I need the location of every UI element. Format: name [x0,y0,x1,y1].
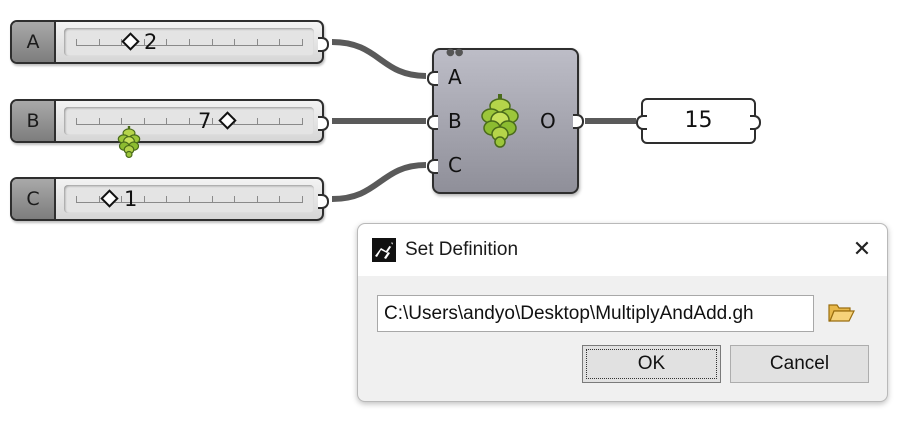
input-label-b: B [448,109,462,133]
hops-badge-icon [117,126,141,158]
cancel-button[interactable]: Cancel [730,345,869,383]
slider-tick [189,118,190,125]
slider-name-label: C [12,179,56,219]
input-label-a: A [448,65,462,89]
slider-value: 7 [198,109,212,133]
panel-value: 15 [684,108,713,133]
output-panel[interactable]: 15 [636,98,761,144]
number-slider-c[interactable]: C 1 [10,177,329,221]
slider-name-label: A [12,22,56,62]
input-grip-a[interactable] [427,71,438,86]
slider-tick [189,196,190,203]
slider-tick [234,39,236,46]
slider-grip-icon[interactable] [218,111,237,130]
slider-tick [279,39,281,46]
ok-button[interactable]: OK [582,345,721,383]
number-slider-a[interactable]: A 2 [10,20,329,64]
slider-tick [166,118,168,125]
slider-value: 2 [144,30,158,54]
wire-a[interactable] [331,39,427,79]
input-grip-c[interactable] [427,159,438,174]
slider-tick [121,118,123,125]
slider-name-label: B [12,101,56,141]
drag-handle-icon[interactable]: ●● [446,48,463,58]
dialog-titlebar[interactable]: Set Definition ✕ [358,224,887,276]
close-icon[interactable]: ✕ [847,234,877,264]
slider-track[interactable]: 7 [64,107,314,135]
slider-tick [76,118,77,125]
grasshopper-icon [372,238,396,262]
panel-input-grip[interactable] [636,115,647,130]
output-label-o: O [540,109,556,133]
slider-grip-icon[interactable] [100,189,119,208]
folder-open-icon[interactable] [826,300,856,326]
slider-tick [279,118,281,125]
slider-tick [211,196,213,203]
slider-tick [256,118,258,125]
slider-tick [302,118,303,125]
slider-track[interactable]: 1 [64,185,314,213]
slider-tick [302,39,303,46]
slider-tick [98,196,100,203]
slider-tick [189,39,190,46]
slider-tick [76,196,77,203]
slider-tick [256,39,258,46]
slider-track[interactable]: 2 [64,28,314,56]
slider-tick [166,39,168,46]
slider-tick [279,196,281,203]
slider-tick [211,39,213,46]
slider-tick [98,118,100,125]
slider-tick [143,118,145,125]
slider-tick [166,196,168,203]
input-label-c: C [448,153,462,177]
slider-grip-icon[interactable] [121,32,140,51]
dialog-title: Set Definition [405,239,519,260]
hops-icon [481,94,519,148]
slider-tick [302,196,303,203]
definition-path-input[interactable]: C:\Users\andyo\Desktop\MultiplyAndAdd.gh [377,295,814,332]
slider-tick [76,39,77,46]
number-slider-b[interactable]: B 7 [10,99,329,143]
grasshopper-canvas[interactable]: A 2 B 7 C 1 ●● A B C O 15 Set Definition… [0,0,900,425]
wire-c[interactable] [331,162,427,202]
set-definition-dialog: Set Definition ✕ C:\Users\andyo\Desktop\… [357,223,888,402]
hops-component[interactable]: ●● A B C O [427,48,584,194]
slider-tick [121,196,123,203]
slider-tick [234,196,236,203]
slider-tick [98,39,100,46]
slider-tick [256,196,258,203]
input-grip-b[interactable] [427,115,438,130]
slider-value: 1 [124,187,138,211]
slider-tick [211,118,213,125]
slider-tick [143,196,145,203]
